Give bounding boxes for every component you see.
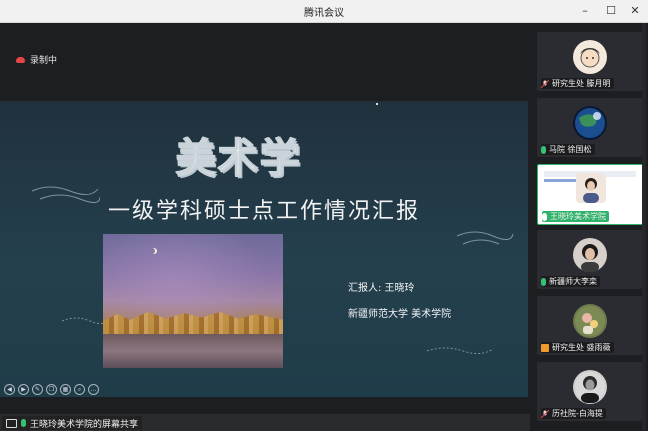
avatar [573, 370, 607, 404]
participant-label: 新疆师大李栾 [541, 276, 600, 287]
slide-reporter: 汇报人: 王晓玲 [348, 283, 415, 294]
microphone-icon [541, 277, 546, 286]
participant-tile[interactable]: 马院 徐国松 [537, 98, 642, 157]
participant-tile-active[interactable]: 王晓玲美术学院 [537, 164, 644, 225]
slide-subtitle: 一级学科硕士点工作情况汇报 [108, 199, 421, 224]
participant-name: 新疆师大李栾 [549, 277, 597, 286]
participant-tile[interactable]: 研究生处 盛雨薇 [537, 296, 642, 355]
participant-name: 研究生处 盛雨薇 [552, 343, 611, 352]
person-video-icon [583, 178, 599, 203]
avatar [573, 304, 607, 338]
earth-icon [575, 108, 605, 138]
moon-icon [149, 248, 155, 254]
participant-label: 研究生处 盛雨薇 [541, 342, 614, 353]
screen-share-icon [6, 418, 17, 428]
participant-label: 历社院-白海提 [540, 408, 606, 419]
participant-list: 研究生处 滕月明 马院 徐国松 王晓玲美术学院 新疆师大李栾 研究生处 盛雨薇 … [530, 23, 648, 431]
participant-scrollbar[interactable] [642, 23, 646, 431]
zoom-icon[interactable]: ⌕ [74, 384, 85, 395]
copy-icon[interactable]: ❐ [46, 384, 57, 395]
participant-tile[interactable]: 历社院-白海提 [537, 362, 642, 421]
participant-name: 王晓玲美术学院 [550, 212, 606, 221]
participant-name: 马院 徐国松 [549, 145, 592, 154]
painting-water [103, 334, 283, 368]
avatar [576, 173, 606, 203]
window-title: 腾讯会议 [304, 8, 344, 19]
shared-screen-area: 录制中 美术学 一级学科硕士点工作情况汇报 汇报人: 王晓玲 新疆师范大学 美术… [0, 23, 530, 431]
grid-icon[interactable]: ▦ [60, 384, 71, 395]
screen-share-badge: 王晓玲美术学院的屏幕共享 [2, 416, 143, 430]
title-bar: 腾讯会议 – ☐ ✕ [0, 0, 648, 23]
previous-slide-icon[interactable]: ◀ [4, 384, 15, 395]
recording-indicator: 录制中 [16, 53, 57, 66]
cursor-dot-icon [376, 103, 378, 105]
participant-label: 马院 徐国松 [541, 144, 595, 155]
muted-microphone-icon [540, 409, 550, 418]
swirl-decoration-icon [456, 231, 514, 245]
slide-affiliation: 新疆师范大学 美术学院 [348, 309, 452, 320]
swirl-decoration-icon [426, 347, 494, 355]
user-badge-icon [541, 343, 549, 352]
microphone-icon [542, 212, 547, 221]
person-portrait-icon [581, 244, 599, 272]
slide-controls: ◀ ▶ ✎ ❐ ▦ ⌕ … [4, 384, 99, 395]
recording-cloud-icon [16, 56, 25, 63]
avatar [573, 238, 607, 272]
avatar [573, 106, 607, 140]
close-icon[interactable]: ✕ [628, 4, 642, 18]
microphone-icon [541, 145, 546, 154]
participant-name: 历社院-白海提 [552, 409, 603, 418]
participant-name: 研究生处 滕月明 [552, 79, 611, 88]
muted-microphone-icon [540, 79, 550, 88]
monochrome-portrait-icon [575, 372, 605, 403]
participant-tile[interactable]: 新疆师大李栾 [537, 230, 642, 289]
maximize-icon[interactable]: ☐ [604, 4, 618, 18]
presentation-slide: 美术学 一级学科硕士点工作情况汇报 汇报人: 王晓玲 新疆师范大学 美术学院 [0, 101, 528, 397]
swirl-decoration-icon [31, 186, 100, 203]
flower-portrait-icon [575, 306, 605, 336]
participant-label: 研究生处 滕月明 [540, 78, 614, 89]
slide-headline: 美术学 [175, 134, 302, 183]
participant-tile[interactable]: 研究生处 滕月明 [537, 32, 642, 91]
recording-label: 录制中 [30, 56, 58, 66]
microphone-icon [21, 419, 26, 427]
next-slide-icon[interactable]: ▶ [18, 384, 29, 395]
cartoon-portrait-icon [580, 48, 600, 68]
screen-share-label: 王晓玲美术学院的屏幕共享 [30, 419, 139, 430]
participant-label: 王晓玲美术学院 [542, 211, 609, 222]
pen-icon[interactable]: ✎ [32, 384, 43, 395]
more-icon[interactable]: … [88, 384, 99, 395]
painting-trees [103, 312, 283, 334]
avatar [573, 40, 607, 74]
minimize-icon[interactable]: – [578, 4, 592, 18]
landscape-painting [103, 234, 283, 368]
